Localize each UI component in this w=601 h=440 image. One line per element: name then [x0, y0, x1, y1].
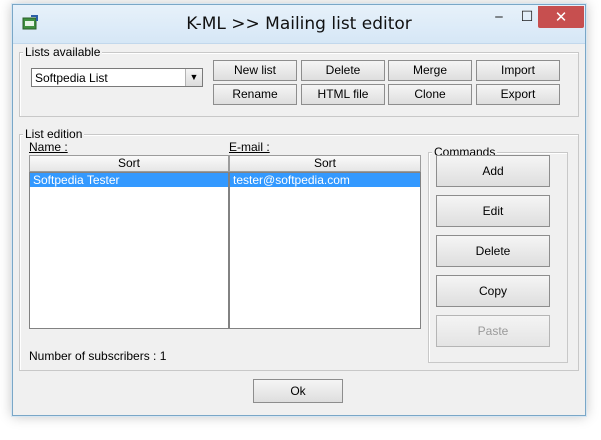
merge-button[interactable]: Merge	[388, 60, 472, 81]
list-edition-legend: List edition	[23, 127, 85, 141]
title-bar[interactable]: K-ML >> Mailing list editor ‒ ☐ ✕	[13, 5, 585, 44]
export-button[interactable]: Export	[476, 84, 560, 105]
delete-entry-button[interactable]: Delete	[436, 235, 550, 267]
rename-button[interactable]: Rename	[213, 84, 297, 105]
email-column-label: E-mail :	[229, 140, 270, 154]
ok-button[interactable]: Ok	[253, 379, 343, 403]
copy-button[interactable]: Copy	[436, 275, 550, 307]
list-select[interactable]: Softpedia List ▼	[31, 68, 203, 87]
list-select-value: Softpedia List	[35, 71, 108, 85]
list-item[interactable]: Softpedia Tester	[30, 173, 228, 187]
list-item[interactable]: tester@softpedia.com	[230, 173, 420, 187]
chevron-down-icon[interactable]: ▼	[185, 69, 202, 86]
new-list-button[interactable]: New list	[213, 60, 297, 81]
email-sort-button[interactable]: Sort	[229, 155, 421, 172]
close-button[interactable]: ✕	[538, 6, 584, 28]
delete-list-button[interactable]: Delete	[301, 60, 385, 81]
lists-available-legend: Lists available	[23, 45, 103, 59]
clone-button[interactable]: Clone	[388, 84, 472, 105]
import-button[interactable]: Import	[476, 60, 560, 81]
name-sort-button[interactable]: Sort	[29, 155, 229, 172]
email-list[interactable]: tester@softpedia.com	[229, 172, 421, 329]
add-button[interactable]: Add	[436, 155, 550, 187]
subscriber-count: Number of subscribers : 1	[29, 349, 167, 363]
paste-button: Paste	[436, 315, 550, 347]
html-file-button[interactable]: HTML file	[301, 84, 385, 105]
main-window: K-ML >> Mailing list editor ‒ ☐ ✕ Lists …	[12, 4, 586, 416]
name-column-label: Name :	[29, 140, 68, 154]
minimize-button[interactable]: ‒	[484, 6, 514, 28]
edit-button[interactable]: Edit	[436, 195, 550, 227]
name-list[interactable]: Softpedia Tester	[29, 172, 229, 329]
